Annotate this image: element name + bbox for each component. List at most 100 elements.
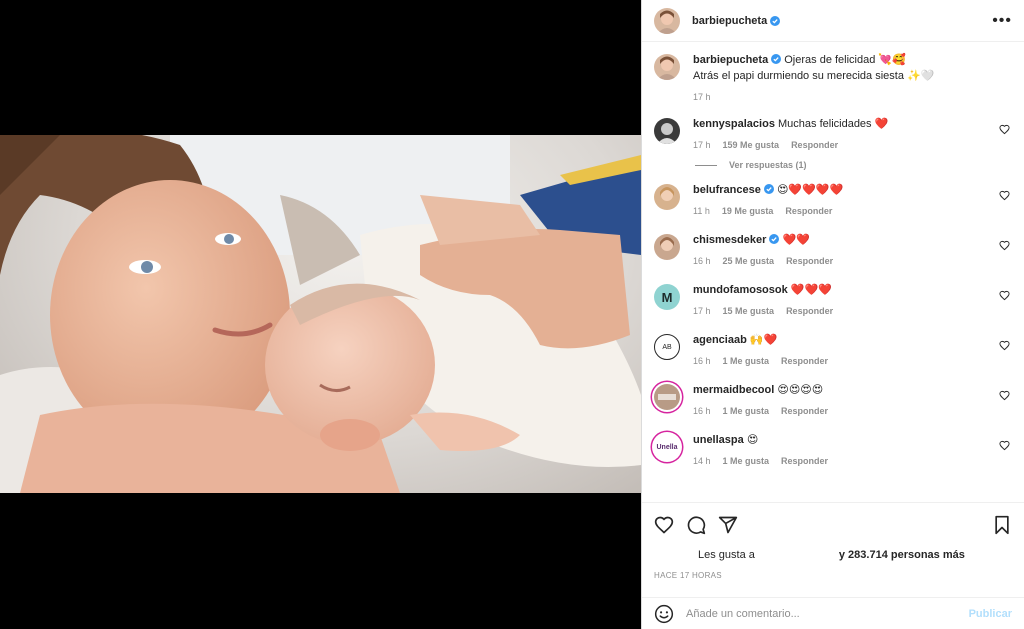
caption-line1: Ojeras de felicidad 💘🥰 [784, 54, 906, 66]
commenter-avatar[interactable] [654, 234, 680, 260]
caption-time[interactable]: 17 h [693, 92, 711, 102]
comment-row: kennyspalacios Muchas felicidades ❤️ 17 … [654, 116, 1012, 150]
commenter-username[interactable]: mermaidbecool [693, 384, 774, 396]
comment-text: 😍❤️❤️❤️❤️ [776, 184, 844, 196]
comment-text: ❤️❤️❤️ [790, 284, 832, 296]
likes-count[interactable]: y 283.714 personas más [839, 549, 965, 561]
commenter-avatar[interactable]: AB [654, 334, 680, 360]
comment-text: Muchas felicidades ❤️ [778, 118, 889, 130]
like-icon[interactable] [654, 515, 674, 535]
post-header: barbiepucheta ••• [642, 0, 1024, 42]
avatar-photo-icon [660, 237, 674, 251]
comment-time[interactable]: 17 h [693, 306, 711, 316]
share-icon[interactable] [718, 515, 738, 535]
comment-text: 😍 [746, 434, 759, 446]
post-viewer: barbiepucheta ••• barbiepucheta Ojeras d… [0, 0, 1024, 629]
like-comment-icon[interactable] [999, 440, 1010, 451]
comment-row: M mundofamososok ❤️❤️❤️ 17 h 15 Me gusta… [654, 282, 1012, 316]
comment-text: ❤️❤️ [782, 234, 810, 246]
reply-button[interactable]: Responder [781, 456, 828, 466]
photo-illustration [0, 135, 641, 493]
publish-button[interactable]: Publicar [969, 608, 1012, 620]
likes-prefix: Les gusta a [698, 549, 755, 561]
post-media [0, 0, 641, 629]
like-comment-icon[interactable] [999, 290, 1010, 301]
avatar-photo-icon [657, 123, 677, 144]
avatar-letter: Unella [656, 443, 678, 451]
post-photo[interactable] [0, 135, 641, 493]
reply-button[interactable]: Responder [781, 406, 828, 416]
view-replies-button[interactable]: Ver respuestas (1) [695, 160, 1012, 170]
likes-summary: Les gusta a y 283.714 personas más [654, 549, 1012, 561]
commenter-username[interactable]: unellaspa [693, 434, 744, 446]
commenter-username[interactable]: chismesdeker [693, 234, 766, 246]
commenter-avatar[interactable] [654, 384, 680, 410]
comment-likes[interactable]: 159 Me gusta [723, 140, 780, 150]
author-avatar-small[interactable] [654, 54, 680, 80]
reply-button[interactable]: Responder [786, 306, 833, 316]
comment-row: chismesdeker ❤️❤️ 16 h 25 Me gusta Respo… [654, 232, 1012, 266]
like-comment-icon[interactable] [999, 124, 1010, 135]
action-icons [654, 515, 1012, 535]
comment-row: belufrancese 😍❤️❤️❤️❤️ 11 h 19 Me gusta … [654, 182, 1012, 216]
comment-likes[interactable]: 1 Me gusta [723, 406, 770, 416]
post-time-ago[interactable]: HACE 17 HORAS [654, 571, 1012, 580]
avatar-photo-icon [657, 56, 677, 80]
comment-time[interactable]: 16 h [693, 406, 711, 416]
comment-icon[interactable] [686, 515, 706, 535]
comment-time[interactable]: 17 h [693, 140, 711, 150]
comment-time[interactable]: 11 h [693, 206, 710, 216]
avatar-photo-icon [658, 394, 676, 400]
verified-badge-icon [770, 15, 781, 26]
comment-row: AB agenciaab 🙌❤️ 16 h 1 Me gusta Respond… [654, 332, 1012, 366]
comment-likes[interactable]: 1 Me gusta [723, 456, 770, 466]
commenter-username[interactable]: kennyspalacios [693, 118, 775, 130]
comment-text: 🙌❤️ [749, 334, 778, 346]
comment-time[interactable]: 16 h [693, 356, 711, 366]
save-bookmark-icon[interactable] [992, 515, 1012, 535]
avatar-letter: AB [662, 343, 672, 351]
comment-likes[interactable]: 19 Me gusta [722, 206, 774, 216]
more-options-icon[interactable]: ••• [992, 12, 1012, 28]
commenter-username[interactable]: agenciaab [693, 334, 747, 346]
comment-row: mermaidbecool 😍😍😍😍 16 h 1 Me gusta Respo… [654, 382, 1012, 416]
verified-badge-icon [769, 234, 780, 244]
comment-likes[interactable]: 15 Me gusta [723, 306, 775, 316]
reply-button[interactable]: Responder [781, 356, 828, 366]
avatar-letter: M [661, 289, 673, 305]
reply-button[interactable]: Responder [786, 256, 833, 266]
caption: barbiepucheta Ojeras de felicidad 💘🥰 Atr… [654, 52, 1012, 102]
commenter-username[interactable]: mundofamososok [693, 284, 788, 296]
comments-list: barbiepucheta Ojeras de felicidad 💘🥰 Atr… [642, 42, 1024, 502]
add-comment-input[interactable] [686, 607, 969, 620]
comment-text: 😍😍😍😍 [777, 384, 824, 396]
replies-divider [695, 164, 717, 166]
comment-time[interactable]: 16 h [693, 256, 711, 266]
commenter-avatar[interactable] [654, 118, 680, 144]
emoji-icon[interactable] [654, 604, 674, 624]
commenter-username[interactable]: belufrancese [693, 184, 761, 196]
like-comment-icon[interactable] [999, 390, 1010, 401]
verified-badge-icon [763, 184, 774, 194]
author-username[interactable]: barbiepucheta [692, 15, 767, 27]
verified-badge-icon [771, 54, 782, 64]
author-avatar[interactable] [654, 7, 680, 34]
comment-row: Unella unellaspa 😍 14 h 1 Me gusta Respo… [654, 432, 1012, 466]
add-comment-bar: Publicar [642, 597, 1024, 629]
caption-line2: Atrás el papi durmiendo su merecida sies… [693, 70, 935, 82]
reply-button[interactable]: Responder [785, 206, 832, 216]
avatar-photo-icon [660, 187, 674, 201]
commenter-avatar[interactable]: Unella [654, 434, 680, 460]
caption-username[interactable]: barbiepucheta [693, 54, 768, 66]
like-comment-icon[interactable] [999, 240, 1010, 251]
post-actions: Les gusta a y 283.714 personas más HACE … [642, 502, 1024, 580]
like-comment-icon[interactable] [999, 340, 1010, 351]
reply-button[interactable]: Responder [791, 140, 838, 150]
comment-time[interactable]: 14 h [693, 456, 711, 466]
comment-likes[interactable]: 1 Me gusta [723, 356, 770, 366]
comment-likes[interactable]: 25 Me gusta [723, 256, 775, 266]
commenter-avatar[interactable] [654, 184, 680, 210]
commenter-avatar[interactable]: M [654, 284, 680, 310]
like-comment-icon[interactable] [999, 190, 1010, 201]
post-panel: barbiepucheta ••• barbiepucheta Ojeras d… [641, 0, 1024, 629]
